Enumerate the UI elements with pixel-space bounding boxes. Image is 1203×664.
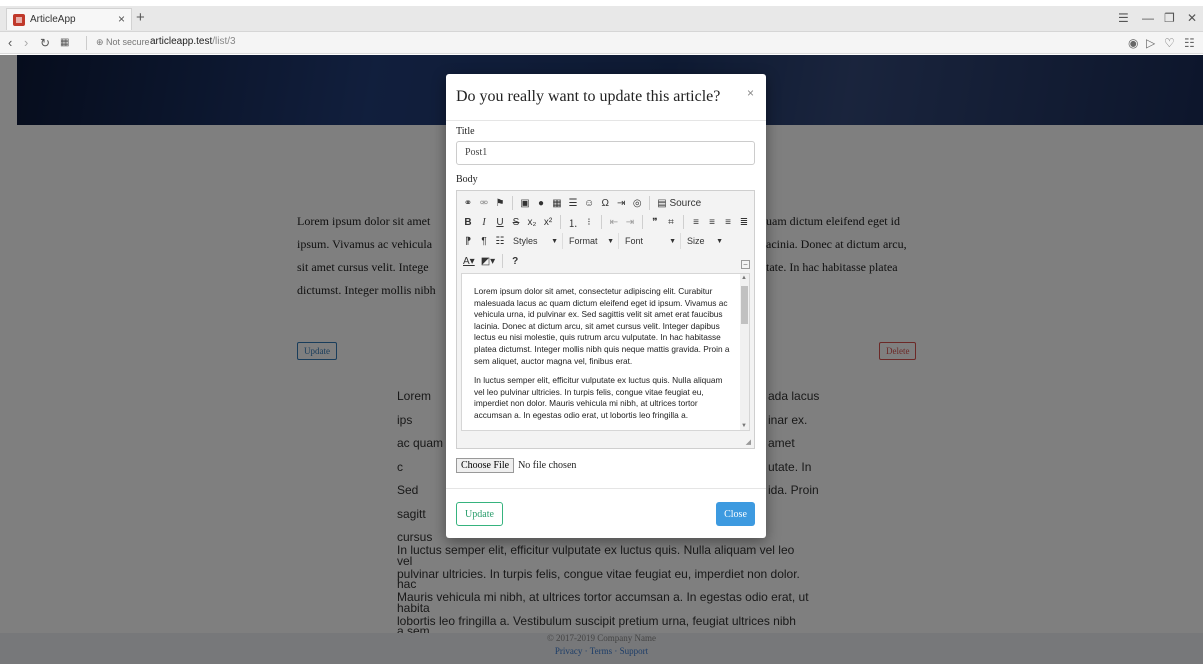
speed-dial-icon[interactable]: ▦ (60, 37, 69, 48)
justify-icon[interactable]: ≣ (737, 214, 751, 230)
back-icon[interactable]: ‹ (8, 35, 12, 50)
editor-scrollbar[interactable]: ▲ ▼ (740, 274, 749, 430)
numbered-list-icon[interactable]: ⒈ (566, 214, 580, 230)
background-color-icon[interactable]: ◩▾ (479, 253, 497, 269)
heart-icon[interactable]: ♡ (1164, 36, 1175, 50)
editor-toolbar: ⚭ ⚮ ⚑ ▣ ● ▦ ☰ ☺ Ω ⇥ ◎ ▤ Source B I U S x (457, 191, 754, 273)
font-dropdown[interactable]: Font ▼ (621, 233, 681, 249)
modal-close-icon[interactable]: × (747, 86, 754, 100)
source-icon: ▤ (657, 197, 670, 209)
bold-icon[interactable]: B (461, 214, 475, 230)
subscript-icon[interactable]: x₂ (525, 214, 539, 230)
modal-header-divider (446, 120, 766, 121)
align-right-icon[interactable]: ≡ (721, 214, 735, 230)
browser-tab-bar: ArticleApp × + ☰ — ❐ ✕ (0, 6, 1203, 32)
chevron-down-icon: ▼ (669, 237, 676, 245)
file-status: No file chosen (518, 460, 577, 471)
rtl-icon[interactable]: ¶ (477, 233, 491, 249)
text-color-icon[interactable]: A▾ (461, 253, 477, 269)
iframe-icon[interactable]: ◎ (630, 195, 644, 211)
body-label: Body (456, 174, 478, 185)
flow-icon[interactable]: ▷ (1146, 36, 1155, 50)
modal-footer-divider (446, 488, 766, 489)
title-label: Title (456, 126, 475, 137)
image-icon[interactable]: ▣ (518, 195, 532, 211)
scroll-down-icon: ▼ (741, 423, 747, 429)
chevron-down-icon: ▼ (716, 237, 723, 245)
collapse-toolbar-icon[interactable]: – (741, 260, 750, 269)
rich-text-editor: ⚭ ⚮ ⚑ ▣ ● ▦ ☰ ☺ Ω ⇥ ◎ ▤ Source B I U S x (456, 190, 755, 449)
close-window-icon[interactable]: ✕ (1187, 11, 1197, 25)
align-center-icon[interactable]: ≡ (705, 214, 719, 230)
resize-handle-icon[interactable]: ◢ (746, 438, 751, 446)
editor-content-area[interactable]: Lorem ipsum dolor sit amet, consectetur … (461, 273, 750, 431)
app-logo-icon (13, 13, 25, 26)
indent-icon[interactable]: ⇥ (623, 214, 637, 230)
forward-icon[interactable]: › (24, 35, 28, 50)
strikethrough-icon[interactable]: S (509, 214, 523, 230)
minimize-icon[interactable]: — (1142, 11, 1154, 25)
reload-icon[interactable]: ↻ (40, 36, 50, 50)
choose-file-button[interactable]: Choose File (456, 458, 515, 473)
outdent-icon[interactable]: ⇤ (607, 214, 621, 230)
title-input[interactable]: Post1 (456, 141, 755, 165)
file-upload-row: Choose File No file chosen (456, 458, 576, 473)
format-dropdown[interactable]: Format ▼ (565, 233, 619, 249)
unlink-icon[interactable]: ⚮ (477, 195, 491, 211)
chevron-down-icon: ▼ (551, 237, 558, 245)
div-container-icon[interactable]: ⌗ (664, 214, 678, 230)
url-field[interactable]: articleapp.test/list/3 (150, 36, 236, 47)
anchor-icon[interactable]: ⚑ (493, 195, 507, 211)
help-button[interactable]: ? (508, 253, 522, 269)
source-button[interactable]: ▤ Source (655, 195, 703, 211)
editor-paragraph: In luctus semper elit, efficitur vulputa… (474, 375, 723, 420)
new-tab-icon[interactable]: + (136, 9, 145, 26)
size-dropdown[interactable]: Size ▼ (683, 233, 727, 249)
smiley-icon[interactable]: ☺ (582, 195, 596, 211)
superscript-icon[interactable]: x² (541, 214, 555, 230)
restore-icon[interactable]: ❐ (1164, 11, 1175, 25)
address-separator (86, 36, 87, 50)
special-char-icon[interactable]: Ω (598, 195, 612, 211)
globe-icon: ⊕ (96, 37, 107, 47)
language-icon[interactable]: ☷ (493, 233, 507, 249)
scroll-up-icon: ▲ (741, 275, 747, 281)
ltr-icon[interactable]: ⁋ (461, 233, 475, 249)
table-icon[interactable]: ▦ (550, 195, 564, 211)
styles-dropdown[interactable]: Styles ▼ (509, 233, 563, 249)
align-left-icon[interactable]: ≡ (689, 214, 703, 230)
easy-setup-icon[interactable]: ☷ (1184, 36, 1195, 50)
underline-icon[interactable]: U (493, 214, 507, 230)
tab-close-icon[interactable]: × (118, 12, 125, 26)
blockquote-icon[interactable]: ❞ (648, 214, 662, 230)
page-break-icon[interactable]: ⇥ (614, 195, 628, 211)
tab-title: ArticleApp (30, 14, 76, 25)
close-button[interactable]: Close (716, 502, 755, 526)
chevron-down-icon: ▼ (607, 237, 614, 245)
security-indicator[interactable]: ⊕ Not secure (96, 37, 150, 48)
update-article-modal: Do you really want to update this articl… (446, 74, 766, 538)
scroll-thumb[interactable] (741, 286, 748, 324)
address-bar: ‹ › ↻ ▦ ⊕ Not secure articleapp.test/lis… (0, 32, 1203, 54)
tab-menu-icon[interactable]: ☰ (1118, 11, 1129, 25)
link-icon[interactable]: ⚭ (461, 195, 475, 211)
italic-icon[interactable]: I (477, 214, 491, 230)
camera-icon[interactable]: ◉ (1128, 36, 1138, 50)
editor-paragraph: Lorem ipsum dolor sit amet, consectetur … (474, 286, 730, 366)
update-button[interactable]: Update (456, 502, 503, 526)
bulleted-list-icon[interactable]: ⁝ (582, 214, 596, 230)
horizontal-line-icon[interactable]: ☰ (566, 195, 580, 211)
flash-icon[interactable]: ● (534, 195, 548, 211)
browser-tab[interactable]: ArticleApp × (6, 8, 132, 30)
modal-title: Do you really want to update this articl… (456, 88, 721, 105)
